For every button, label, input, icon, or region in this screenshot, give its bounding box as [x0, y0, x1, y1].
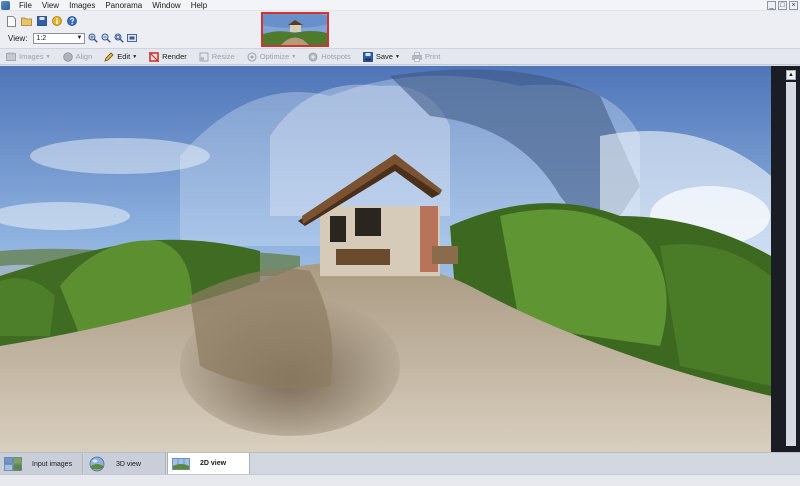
hotspots-button[interactable]: Hotspots [308, 52, 351, 62]
printer-icon [412, 51, 422, 62]
panorama-canvas[interactable] [0, 66, 771, 452]
tab-input-images-label: Input images [32, 460, 73, 468]
new-file-icon[interactable] [6, 15, 17, 27]
zoom-in-icon[interactable] [88, 33, 99, 43]
zoom-select[interactable]: 1:2 ▼ [33, 32, 86, 44]
floppy-disk-icon [362, 51, 373, 62]
floppy-disk-icon[interactable] [36, 16, 47, 27]
optimize-icon [247, 51, 257, 62]
print-button[interactable]: Print [412, 51, 440, 62]
edit-button[interactable]: Edit ▼ [104, 51, 137, 62]
fit-to-window-icon[interactable] [127, 33, 138, 43]
chevron-down-icon: ▼ [76, 35, 83, 41]
render-icon [149, 51, 160, 62]
view-label: View: [8, 33, 28, 43]
menu-panorama[interactable]: Panorama [100, 0, 147, 11]
resize-button[interactable]: Resize [199, 52, 235, 62]
align-icon [62, 51, 73, 62]
vertical-scrollbar[interactable]: ▲ [771, 66, 800, 452]
panorama-thumbnail[interactable] [261, 12, 329, 47]
scroll-track[interactable] [786, 82, 796, 446]
help-icon[interactable] [66, 16, 77, 27]
images-icon [6, 52, 16, 62]
minimize-button[interactable]: _ [767, 1, 776, 10]
tab-3d-view[interactable]: 3D view [84, 453, 166, 475]
tab-3d-view-label: 3D view [116, 460, 141, 468]
input-images-icon [4, 457, 22, 471]
close-button[interactable]: × [789, 1, 798, 10]
images-dropdown-icon[interactable]: ▼ [46, 54, 51, 60]
menu-images[interactable]: Images [64, 0, 100, 11]
optimize-dropdown-icon[interactable]: ▼ [291, 54, 296, 60]
view-zoom-row: View: 1:2 ▼ [0, 31, 260, 45]
app-logo-icon [1, 0, 10, 10]
tab-2d-view-label: 2D view [200, 460, 227, 467]
open-folder-icon[interactable] [21, 16, 32, 27]
edit-pencil-icon [104, 51, 114, 62]
menu-help[interactable]: Help [186, 0, 212, 11]
info-icon[interactable] [51, 16, 62, 27]
hotspot-icon [308, 52, 318, 62]
images-button[interactable]: Images ▼ [6, 52, 51, 62]
resize-icon [199, 52, 209, 62]
tab-2d-view[interactable]: 2D view [167, 453, 250, 475]
render-button[interactable]: Render [149, 51, 187, 62]
tab-input-images[interactable]: Input images [0, 453, 83, 475]
menu-view[interactable]: View [37, 0, 64, 11]
align-button[interactable]: Align [62, 51, 92, 62]
zoom-fit-icon[interactable] [114, 33, 125, 43]
globe-icon [88, 456, 106, 472]
save-button[interactable]: Save ▼ [362, 51, 400, 62]
main-toolbar: Images ▼ Align Edit ▼ Render Resize Opti… [0, 48, 800, 65]
edit-dropdown-icon[interactable]: ▼ [132, 54, 137, 60]
status-bar [0, 474, 800, 486]
scroll-up-icon[interactable]: ▲ [786, 70, 796, 80]
quick-toolbar [0, 12, 260, 30]
menu-file[interactable]: File [14, 0, 37, 11]
zoom-value: 1:2 [36, 34, 47, 42]
maximize-button[interactable]: □ [778, 1, 787, 10]
optimize-button[interactable]: Optimize ▼ [247, 51, 296, 62]
menu-bar: File View Images Panorama Window Help _ … [0, 0, 800, 11]
zoom-out-icon[interactable] [101, 33, 112, 43]
flat-panorama-icon [172, 457, 190, 471]
menu-window[interactable]: Window [147, 0, 185, 11]
save-dropdown-icon[interactable]: ▼ [395, 54, 400, 60]
